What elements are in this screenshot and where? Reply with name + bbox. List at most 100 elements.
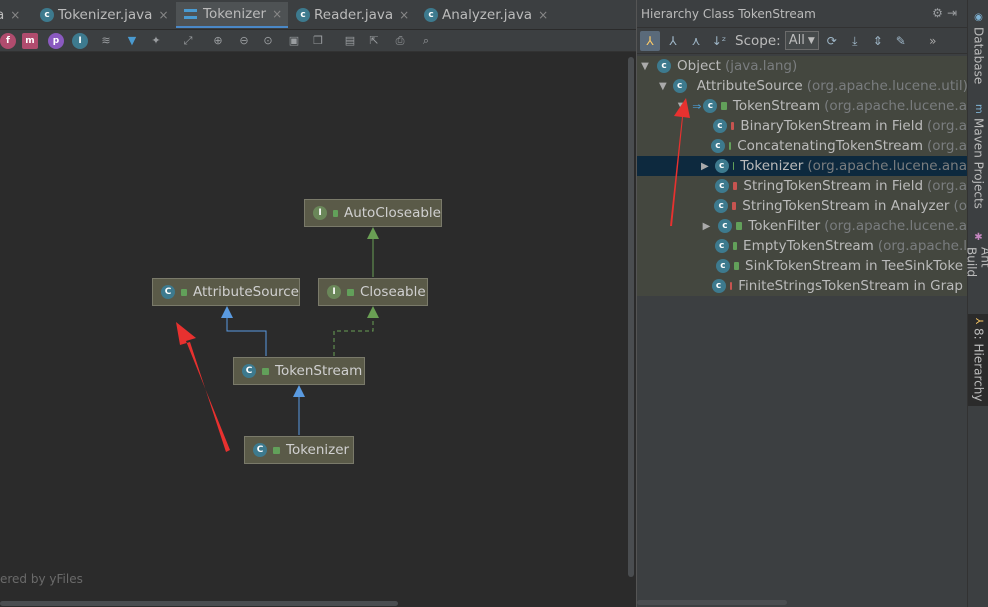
close-icon[interactable]: × (272, 7, 282, 21)
class-icon: c (714, 159, 729, 173)
class-icon: c (703, 99, 718, 113)
scrollbar-thumb[interactable] (628, 57, 634, 577)
fields-icon[interactable]: f (0, 33, 16, 49)
gear-icon[interactable]: ⚙ (932, 6, 947, 20)
node-label: AttributeSource (193, 284, 299, 300)
lock-icon (262, 367, 269, 375)
close-icon[interactable]: × (538, 8, 548, 22)
tab-tokenizer-diagram[interactable]: Tokenizer × (176, 2, 289, 28)
tree-row[interactable]: c BinaryTokenStream in Field (org.a (637, 116, 967, 136)
chevron-down-icon: ▼ (807, 35, 815, 46)
diagram-icon (184, 9, 197, 19)
tab-label: Analyzer.java (442, 7, 533, 23)
tab-analyzer-java[interactable]: c Analyzer.java × (424, 2, 548, 28)
side-tab-hierarchy[interactable]: ⅄ 8: Hierarchy (968, 314, 988, 406)
tree-row[interactable]: ▶ c TokenFilter (org.apache.lucene.a (637, 216, 967, 236)
more-icon[interactable]: » (923, 31, 943, 51)
diagram-canvas[interactable]: I AutoCloseable C AttributeSource I Clos… (0, 53, 626, 599)
lock-icon (732, 202, 737, 210)
tree-row[interactable]: ▼ c AttributeSource (org.apache.lucene.u… (637, 76, 967, 96)
ant-icon: ✱ (973, 232, 984, 243)
export-icon[interactable]: ⇱ (366, 33, 382, 49)
pin-icon[interactable]: ✎ (891, 31, 911, 51)
vertical-scrollbar[interactable] (626, 53, 636, 599)
tab-label: Reader.java (314, 7, 394, 23)
hide-icon[interactable]: ⇥ (947, 6, 961, 20)
interface-icon: I (327, 285, 341, 299)
lock-icon (732, 242, 738, 250)
supertypes-icon[interactable]: ⅄ (663, 31, 683, 51)
subtypes-icon[interactable]: ⋏ (686, 31, 706, 51)
lock-icon (333, 209, 338, 217)
class-name: StringTokenStream in Field (743, 178, 924, 194)
tab-partial[interactable]: a × (0, 2, 20, 28)
database-icon: ◉ (973, 12, 984, 23)
horizontal-scrollbar[interactable] (0, 599, 636, 607)
side-tab-database[interactable]: ◉ Database (968, 8, 988, 84)
save-icon[interactable]: ▤ (342, 33, 358, 49)
side-tab-ant[interactable]: ✱ Ant Build (965, 228, 988, 300)
scrollbar-thumb[interactable] (0, 601, 398, 606)
tree-row[interactable]: ▼ c Object (java.lang) (637, 56, 967, 76)
editor-tab-bar: a × c Tokenizer.java × Tokenizer × c Rea… (0, 0, 636, 30)
scope-dropdown[interactable]: All ▼ (784, 31, 819, 50)
print-preview-icon[interactable]: ⌕ (418, 33, 434, 49)
fit-content-icon[interactable]: ▣ (286, 33, 302, 49)
tab-tokenizer-java[interactable]: c Tokenizer.java × (40, 2, 169, 28)
expand-arrow-icon[interactable]: ▼ (639, 61, 651, 72)
pin-icon[interactable]: ✦ (148, 33, 164, 49)
node-tokenizer[interactable]: C Tokenizer (244, 436, 354, 464)
expand-arrow-icon[interactable]: ▼ (677, 101, 686, 112)
tree-row[interactable]: c StringTokenStream in Field (org.a (637, 176, 967, 196)
inner-classes-icon[interactable]: I (72, 33, 88, 49)
node-autocloseable[interactable]: I AutoCloseable (304, 199, 442, 227)
lock-icon (732, 182, 738, 190)
node-tokenstream[interactable]: C TokenStream (233, 357, 365, 385)
actual-size-icon[interactable]: ⊙ (260, 33, 276, 49)
lock-icon (181, 288, 188, 296)
hierarchy-icon: ⅄ (973, 318, 984, 325)
print-icon[interactable]: ⎙ (392, 33, 408, 49)
lock-icon (721, 102, 727, 110)
expand-arrow-icon[interactable]: ▶ (701, 161, 709, 172)
tree-row-selected[interactable]: ▶ c Tokenizer (org.apache.lucene.ana (637, 156, 967, 176)
tree-row[interactable]: c FiniteStringsTokenStream in Grap (637, 276, 967, 296)
filter-icon[interactable]: ▼ (124, 33, 140, 49)
type-hierarchy-icon[interactable]: ⅄ (640, 30, 660, 51)
close-icon[interactable]: × (10, 8, 20, 22)
hierarchy-tree: ▼ c Object (java.lang) ▼ c AttributeSour… (637, 56, 967, 296)
methods-icon[interactable]: m (22, 33, 38, 49)
class-icon: C (242, 364, 256, 378)
export-icon[interactable]: ⤓ (845, 31, 865, 51)
edge-arrowhead (221, 306, 233, 318)
node-closeable[interactable]: I Closeable (318, 278, 428, 306)
tree-row[interactable]: c EmptyTokenStream (org.apache.l (637, 236, 967, 256)
diagram-toolbar: f m p I ≋ ▼ ✦ ⤢ ⊕ ⊖ ⊙ ▣ ❐ ▤ ⇱ ⎙ ⌕ (0, 30, 636, 52)
node-attributesource[interactable]: C AttributeSource (152, 278, 300, 306)
side-tab-maven[interactable]: m Maven Projects (968, 100, 988, 210)
expand-arrow-icon[interactable]: ▶ (701, 221, 712, 232)
close-icon[interactable]: × (158, 8, 168, 22)
tree-row[interactable]: c ConcatenatingTokenStream (org.a (637, 136, 967, 156)
zoom-out-icon[interactable]: ⊖ (236, 33, 252, 49)
dependencies-icon[interactable]: ≋ (98, 33, 114, 49)
tree-row[interactable]: ▼ ⇒ c TokenStream (org.apache.lucene.a (637, 96, 967, 116)
tree-row[interactable]: c StringTokenStream in Analyzer (o (637, 196, 967, 216)
sort-alpha-icon[interactable]: ↓ᶻ (709, 31, 729, 51)
zoom-in-icon[interactable]: ⊕ (210, 33, 226, 49)
expand-arrow-icon[interactable]: ▼ (659, 81, 667, 92)
refresh-icon[interactable]: ⟳ (822, 31, 842, 51)
tree-row[interactable]: c SinkTokenStream in TeeSinkToke (637, 256, 967, 276)
autoscroll-icon[interactable]: ⇕ (868, 31, 888, 51)
node-label: AutoCloseable (343, 205, 441, 221)
properties-icon[interactable]: p (48, 33, 64, 49)
close-icon[interactable]: × (399, 8, 409, 22)
edge-arrowhead (367, 306, 379, 318)
edge-tokenstream-attributesource (226, 315, 267, 356)
layout-icon[interactable]: ⤢ (180, 33, 196, 49)
class-icon: C (161, 285, 175, 299)
tab-reader-java[interactable]: c Reader.java × (296, 2, 409, 28)
scrollbar-thumb[interactable] (637, 600, 787, 605)
package-name: (org.apache.lucene.util) (806, 78, 967, 94)
apply-layout-icon[interactable]: ❐ (310, 33, 326, 49)
